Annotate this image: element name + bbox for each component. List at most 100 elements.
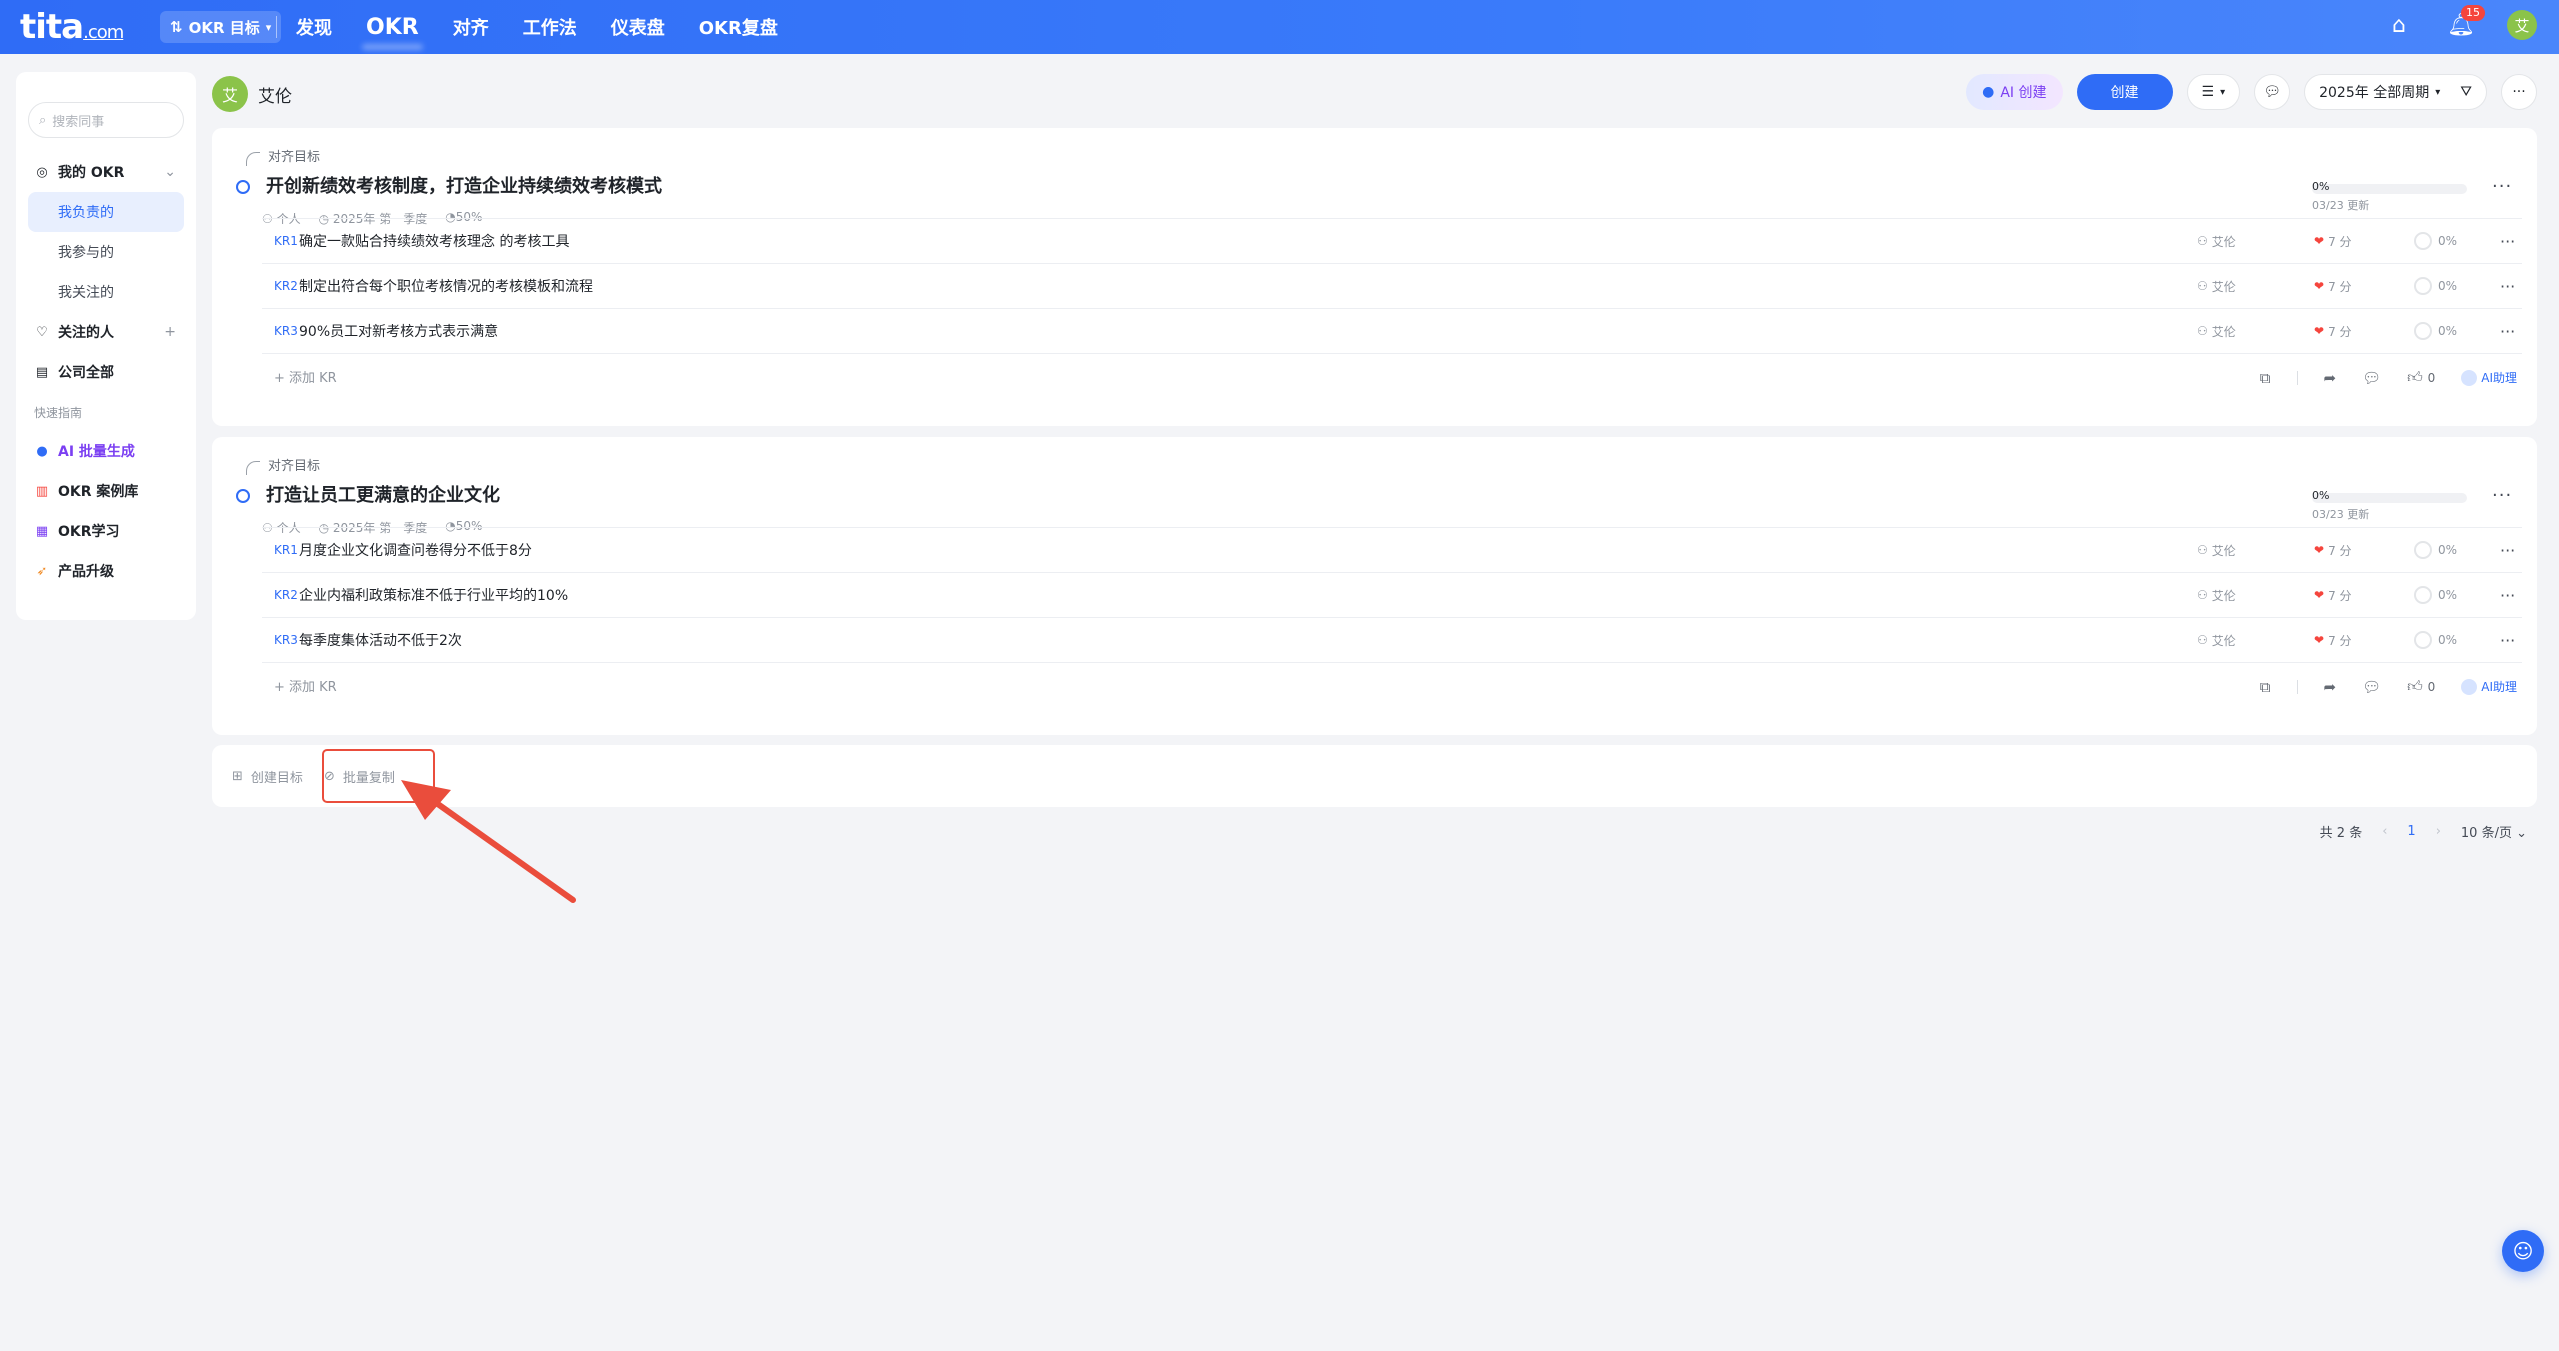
objective-progress[interactable]: 0% 03/23 更新 [2312, 180, 2467, 213]
kr-progress[interactable]: 0% [2414, 322, 2457, 340]
nav-okr[interactable]: OKR [366, 15, 419, 40]
objective-more-icon[interactable]: ··· [2492, 176, 2512, 197]
kr-text[interactable]: 确定一款贴合持续绩效考核理念 的考核工具 [299, 231, 2522, 251]
person-icon: ⚇ [2197, 633, 2208, 647]
like-button[interactable]: 👍︎ 0 [2407, 368, 2435, 387]
kr-confidence[interactable]: ❤ 7 分 [2314, 632, 2352, 649]
comment-icon[interactable]: 💬︎ [2254, 74, 2291, 110]
sidebar-item-participating[interactable]: 我参与的 [28, 232, 184, 272]
kr-confidence[interactable]: ❤ 7 分 [2314, 323, 2352, 340]
comment-icon[interactable]: 💬︎ [2362, 369, 2381, 387]
ai-assistant-button[interactable]: AI助理 [2461, 678, 2517, 695]
kr-text[interactable]: 企业内福利政策标准不低于行业平均的10% [299, 585, 2522, 605]
objective-progress[interactable]: 0% 03/23 更新 [2312, 489, 2467, 522]
ai-create-button[interactable]: ● AI 创建 [1966, 74, 2063, 110]
sidebar-company-all[interactable]: ▤ 公司全部 [28, 352, 184, 392]
kr-more-icon[interactable]: ··· [2500, 277, 2515, 296]
table-row[interactable]: KR3 90%员工对新考核方式表示满意 ⚇ 艾伦 ❤ 7 分 0% ··· [262, 308, 2522, 353]
more-options-icon[interactable]: ··· [2501, 74, 2537, 110]
table-row[interactable]: KR2 企业内福利政策标准不低于行业平均的10% ⚇ 艾伦 ❤ 7 分 0% ··· [262, 572, 2522, 617]
kr-progress[interactable]: 0% [2414, 232, 2457, 250]
sidebar-my-okr[interactable]: ◎ 我的 OKR ⌄ [28, 152, 184, 192]
sidebar-okr-cases[interactable]: ▥ OKR 案例库 [28, 471, 184, 511]
kr-owner[interactable]: ⚇ 艾伦 [2197, 323, 2236, 340]
add-kr-button[interactable]: + 添加 KR [274, 676, 337, 695]
kr-text[interactable]: 90%员工对新考核方式表示满意 [299, 321, 2522, 341]
kr-owner[interactable]: ⚇ 艾伦 [2197, 587, 2236, 604]
add-kr-button[interactable]: + 添加 KR [274, 367, 337, 386]
ai-assistant-button[interactable]: AI助理 [2461, 369, 2517, 386]
table-row[interactable]: KR2 制定出符合每个职位考核情况的考核模板和流程 ⚇ 艾伦 ❤ 7 分 0% ··… [262, 263, 2522, 308]
nav-dashboard[interactable]: 仪表盘 [611, 14, 665, 40]
nav-methods[interactable]: 工作法 [523, 14, 577, 40]
kr-progress[interactable]: 0% [2414, 541, 2457, 559]
objective-title[interactable]: 开创新绩效考核制度，打造企业持续绩效考核模式 [266, 172, 662, 198]
sidebar-okr-learning[interactable]: ▦ OKR学习 [28, 511, 184, 551]
customer-service-icon[interactable]: ☺ [2502, 1230, 2544, 1272]
kr-owner[interactable]: ⚇ 艾伦 [2197, 233, 2236, 250]
kr-progress-text: 0% [2438, 588, 2458, 602]
nav-okr-review[interactable]: OKR复盘 [699, 14, 778, 40]
kr-text[interactable]: 每季度集体活动不低于2次 [299, 630, 2522, 650]
kr-confidence[interactable]: ❤ 7 分 [2314, 542, 2352, 559]
share-icon[interactable]: ➦ [2324, 678, 2337, 696]
kr-score-text: 7 分 [2328, 543, 2352, 558]
filter-icon[interactable]: ⛛ [2460, 84, 2472, 100]
chevron-down-icon[interactable]: ⌄ [164, 164, 176, 180]
org-tree-icon[interactable]: ⧉ [2260, 678, 2271, 696]
next-page-icon[interactable]: › [2436, 824, 2441, 839]
okr-module-switch[interactable]: ⇅ OKR 目标 ▾ [160, 11, 282, 43]
create-goal-button[interactable]: ⊞ 创建目标 [232, 767, 303, 786]
prev-page-icon[interactable]: ‹ [2382, 824, 2387, 839]
kr-more-icon[interactable]: ··· [2500, 541, 2515, 560]
period-selector[interactable]: 2025年 全部周期 ▾ ⛛ [2304, 74, 2487, 110]
kr-owner[interactable]: ⚇ 艾伦 [2197, 542, 2236, 559]
objective-more-icon[interactable]: ··· [2492, 485, 2512, 506]
sidebar-product-upgrade[interactable]: ➶ 产品升级 [28, 551, 184, 591]
create-button[interactable]: 创建 [2076, 74, 2173, 110]
kr-more-icon[interactable]: ··· [2500, 322, 2515, 341]
bell-icon[interactable]: 🔔︎ 15 [2447, 4, 2485, 38]
comment-icon[interactable]: 💬︎ [2362, 678, 2381, 696]
sidebar-ai-batch[interactable]: ● AI 批量生成 [28, 431, 184, 471]
kr-progress[interactable]: 0% [2414, 277, 2457, 295]
objective-title[interactable]: 打造让员工更满意的企业文化 [266, 481, 500, 507]
align-objective-link[interactable]: 对齐目标 [268, 146, 320, 165]
kr-confidence[interactable]: ❤ 7 分 [2314, 587, 2352, 604]
kr-more-icon[interactable]: ··· [2500, 631, 2515, 650]
colleague-search[interactable]: ⌕ 搜索同事 [28, 102, 184, 138]
table-row[interactable]: KR1 确定一款贴合持续绩效考核理念 的考核工具 ⚇ 艾伦 ❤ 7 分 0% ··· [262, 218, 2522, 263]
kr-progress[interactable]: 0% [2414, 631, 2457, 649]
user-avatar-top[interactable]: 艾 [2507, 10, 2537, 40]
kr-text[interactable]: 制定出符合每个职位考核情况的考核模板和流程 [299, 276, 2522, 296]
kr-progress[interactable]: 0% [2414, 586, 2457, 604]
align-objective-link[interactable]: 对齐目标 [268, 455, 320, 474]
table-row[interactable]: KR3 每季度集体活动不低于2次 ⚇ 艾伦 ❤ 7 分 0% ··· [262, 617, 2522, 662]
page-number[interactable]: 1 [2407, 824, 2415, 839]
kr-more-icon[interactable]: ··· [2500, 586, 2515, 605]
home-icon[interactable]: ⌂ [2387, 13, 2411, 38]
kr-confidence[interactable]: ❤ 7 分 [2314, 233, 2352, 250]
kr-confidence[interactable]: ❤ 7 分 [2314, 278, 2352, 295]
building-icon: ▤ [35, 364, 49, 380]
like-count: 0 [2427, 680, 2436, 694]
view-switch-button[interactable]: ☰ ▾ [2186, 74, 2241, 110]
sidebar-item-responsible[interactable]: 我负责的 [28, 192, 184, 232]
page-size-select[interactable]: 10 条/页 ⌄ [2461, 822, 2527, 841]
like-button[interactable]: 👍︎ 0 [2407, 677, 2435, 696]
share-icon[interactable]: ➦ [2324, 369, 2337, 387]
kr-owner[interactable]: ⚇ 艾伦 [2197, 278, 2236, 295]
sidebar-item-following[interactable]: 我关注的 [28, 272, 184, 312]
kr-owner[interactable]: ⚇ 艾伦 [2197, 632, 2236, 649]
tita-logo[interactable]: tita.com [20, 10, 124, 50]
plus-icon[interactable]: + [164, 324, 176, 340]
nav-discover[interactable]: 发现 [296, 14, 332, 40]
avatar[interactable]: 艾 [212, 76, 248, 112]
kr-text[interactable]: 月度企业文化调查问卷得分不低于8分 [299, 540, 2522, 560]
table-row[interactable]: KR1 月度企业文化调查问卷得分不低于8分 ⚇ 艾伦 ❤ 7 分 0% ··· [262, 527, 2522, 572]
sidebar-followed-people[interactable]: ♡ 关注的人 + [28, 312, 184, 352]
nav-align[interactable]: 对齐 [453, 14, 489, 40]
kr-more-icon[interactable]: ··· [2500, 232, 2515, 251]
org-tree-icon[interactable]: ⧉ [2260, 369, 2271, 387]
logo-suffix: .com [83, 22, 124, 43]
